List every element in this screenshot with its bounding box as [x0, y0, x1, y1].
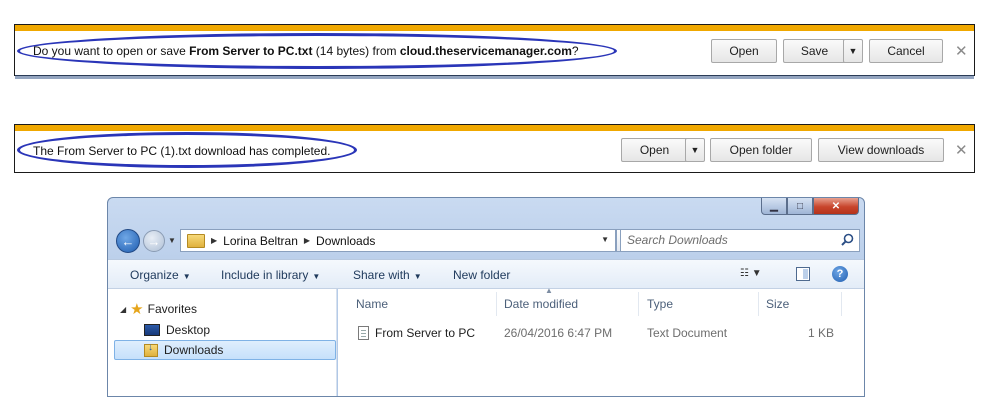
folder-icon — [187, 233, 205, 248]
open-button[interactable]: Open — [711, 39, 777, 63]
file-date-modified: 26/04/2016 6:47 PM — [504, 326, 613, 340]
column-divider[interactable] — [841, 292, 842, 316]
search-box[interactable] — [620, 229, 860, 252]
nav-favorites-label: Favorites — [147, 302, 197, 316]
annotation-oval — [17, 33, 617, 69]
search-input[interactable] — [627, 233, 827, 247]
file-name-cell[interactable]: From Server to PC — [358, 326, 475, 340]
include-in-library-menu[interactable]: Include in library ▼ — [221, 268, 320, 282]
chevron-down-icon: ▼ — [848, 46, 858, 56]
back-arrow-icon: ← — [121, 233, 135, 249]
chevron-down-icon: ▼ — [312, 272, 321, 281]
address-bar[interactable]: ▶ Lorina Beltran ▶ Downloads ▼ — [180, 229, 616, 252]
column-divider[interactable] — [758, 292, 759, 316]
file-type: Text Document — [647, 326, 728, 340]
chevron-down-icon[interactable]: ▼ — [601, 235, 609, 244]
desktop-icon — [144, 324, 160, 336]
organize-menu[interactable]: Organize ▼ — [130, 268, 191, 282]
maximize-icon: □ — [796, 200, 804, 212]
open-folder-button[interactable]: Open folder — [710, 138, 812, 162]
file-name: From Server to PC — [375, 326, 476, 340]
nav-desktop-label: Desktop — [166, 323, 211, 337]
nav-desktop[interactable]: Desktop — [144, 320, 210, 340]
nav-downloads-label: Downloads — [164, 343, 224, 357]
chevron-down-icon: ▼ — [690, 145, 700, 155]
details-view-icon: ☷ — [740, 268, 749, 279]
new-folder-button[interactable]: New folder — [453, 268, 510, 282]
open-options-dropdown[interactable]: ▼ — [685, 138, 705, 162]
text-file-icon — [358, 326, 369, 340]
maximize-button[interactable]: □ — [787, 198, 813, 215]
breadcrumb-user[interactable]: Lorina Beltran — [223, 234, 298, 248]
download-prompt-bar: Do you want to open or save From Server … — [14, 24, 975, 79]
sort-ascending-icon: ▲ — [545, 286, 553, 295]
column-header-date-modified[interactable]: Date modified — [504, 297, 578, 311]
file-size: 1 KB — [808, 326, 835, 340]
change-view-button[interactable]: ☷ ▼ — [740, 268, 762, 279]
breadcrumb-downloads[interactable]: Downloads — [316, 234, 375, 248]
column-header-type[interactable]: Type — [647, 297, 673, 311]
back-button[interactable]: ← — [116, 229, 140, 253]
minimize-icon: ▁ — [770, 200, 778, 212]
file-list: ▲ Name Date modified Type Size From Serv… — [338, 286, 864, 396]
close-icon[interactable]: ✕ — [955, 42, 968, 60]
download-complete-bar: The From Server to PC (1).txt download h… — [14, 124, 975, 173]
recent-pages-dropdown[interactable]: ▼ — [168, 236, 176, 245]
notification-accent-stripe — [15, 125, 974, 131]
column-header-size[interactable]: Size — [766, 297, 789, 311]
forward-arrow-icon: → — [147, 233, 161, 249]
minimize-button[interactable]: ▁ — [761, 198, 787, 215]
open-button[interactable]: Open — [621, 138, 687, 162]
share-with-menu[interactable]: Share with ▼ — [353, 268, 422, 282]
share-with-label: Share with — [353, 268, 410, 282]
chevron-down-icon: ▼ — [751, 268, 762, 279]
close-window-button[interactable]: ✕ — [813, 198, 859, 215]
column-divider[interactable] — [638, 292, 639, 316]
save-options-dropdown[interactable]: ▼ — [843, 39, 863, 63]
chevron-right-icon[interactable]: ▶ — [304, 236, 310, 245]
chevron-down-icon: ▼ — [413, 272, 422, 281]
expand-triangle-icon[interactable]: ◢ — [120, 305, 126, 314]
nav-downloads[interactable]: Downloads — [114, 340, 336, 360]
cancel-button[interactable]: Cancel — [869, 39, 943, 63]
chevron-right-icon[interactable]: ▶ — [211, 236, 217, 245]
bar-shadow — [15, 75, 974, 79]
close-icon[interactable]: ✕ — [955, 141, 968, 159]
annotation-oval — [17, 132, 357, 168]
chevron-down-icon: ▼ — [182, 272, 191, 281]
star-icon: ★ — [130, 301, 144, 318]
include-in-library-label: Include in library — [221, 268, 309, 282]
organize-label: Organize — [130, 268, 179, 282]
close-icon: ✕ — [831, 200, 841, 212]
downloads-folder-icon — [144, 342, 158, 357]
column-divider[interactable] — [496, 292, 497, 316]
search-icon[interactable] — [841, 233, 854, 246]
preview-pane-button[interactable] — [796, 267, 810, 281]
notification-accent-stripe — [15, 25, 974, 31]
command-bar: Organize ▼ Include in library ▼ Share with… — [108, 259, 864, 289]
save-button[interactable]: Save — [783, 39, 845, 63]
forward-button[interactable]: → — [143, 230, 165, 252]
explorer-window: ▁ □ ✕ ← → ▼ ▶ Lorina Beltran ▶ Downloads… — [107, 197, 865, 397]
navigation-pane: ◢ ★ Favorites Desktop Downloads — [108, 289, 337, 396]
help-icon[interactable]: ? — [832, 266, 848, 282]
column-header-name[interactable]: Name — [356, 297, 388, 311]
view-downloads-button[interactable]: View downloads — [818, 138, 944, 162]
nav-favorites[interactable]: ◢ ★ Favorites — [120, 299, 197, 319]
